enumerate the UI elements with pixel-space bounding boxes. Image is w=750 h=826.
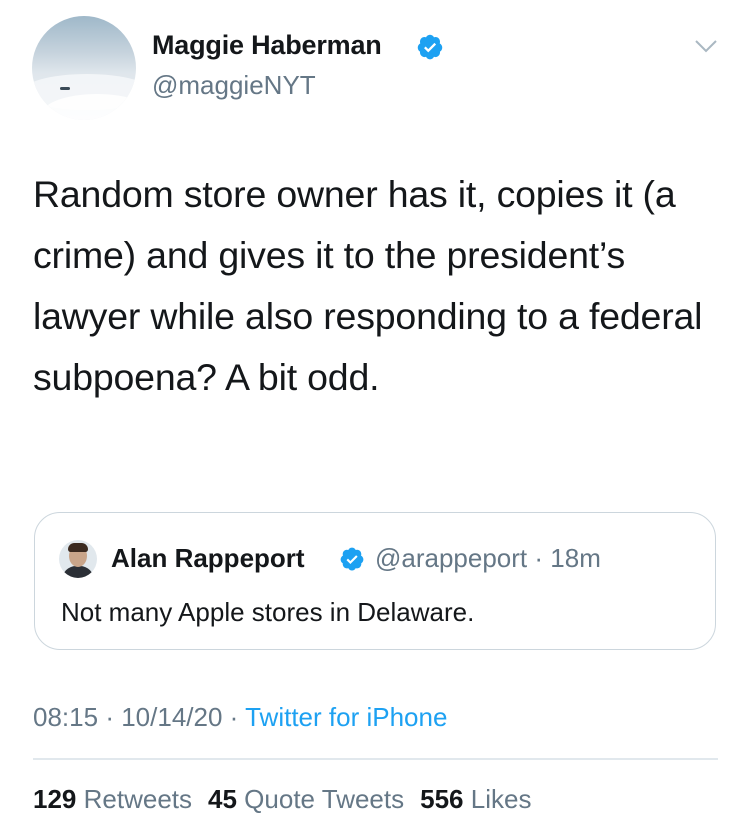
author-name[interactable]: Maggie Haberman — [152, 30, 382, 61]
divider — [33, 758, 718, 760]
quote-tweets-count: 45 — [208, 784, 237, 814]
meta-separator: · — [534, 543, 544, 573]
chevron-down-icon[interactable] — [692, 36, 720, 56]
quoted-tweet-card[interactable]: Alan Rappeport @arappeport · 18m Not man… — [34, 512, 716, 650]
quoted-tweet-text: Not many Apple stores in Delaware. — [61, 597, 475, 627]
meta-separator: · — [229, 702, 239, 732]
quote-tweets-label: Quote Tweets — [244, 784, 405, 814]
likes-label: Likes — [470, 784, 532, 814]
likes-count: 556 — [420, 784, 464, 814]
engagement-stats: 129 Retweets 45 Quote Tweets 556 Likes — [33, 784, 531, 815]
tweet-time: 08:15 — [33, 702, 99, 732]
quoted-tweet-time: 18m — [550, 543, 601, 573]
verified-badge-icon — [340, 547, 364, 571]
retweets-count: 129 — [33, 784, 77, 814]
quoted-author-handle: @arappeport — [375, 543, 528, 573]
tweet-text: Random store owner has it, copies it (a … — [33, 173, 703, 398]
quote-tweets-stat[interactable]: 45 Quote Tweets — [208, 784, 404, 814]
tweet-source-link[interactable]: Twitter for iPhone — [245, 702, 447, 732]
tweet-date: 10/14/20 — [121, 702, 223, 732]
quoted-author-avatar — [59, 540, 97, 578]
tweet-detail: Maggie Haberman @maggieNYT Random store … — [0, 0, 750, 826]
retweets-stat[interactable]: 129 Retweets — [33, 784, 192, 814]
likes-stat[interactable]: 556 Likes — [420, 784, 531, 814]
retweets-label: Retweets — [83, 784, 193, 814]
quoted-author-name: Alan Rappeport — [111, 543, 305, 573]
tweet-timestamp: 08:15 · 10/14/20 · Twitter for iPhone — [33, 702, 447, 733]
author-handle[interactable]: @maggieNYT — [152, 70, 316, 101]
quoted-tweet-meta: @arappeport · 18m — [375, 543, 601, 574]
author-avatar[interactable] — [32, 16, 136, 120]
meta-separator: · — [105, 702, 114, 732]
verified-badge-icon — [417, 34, 443, 60]
